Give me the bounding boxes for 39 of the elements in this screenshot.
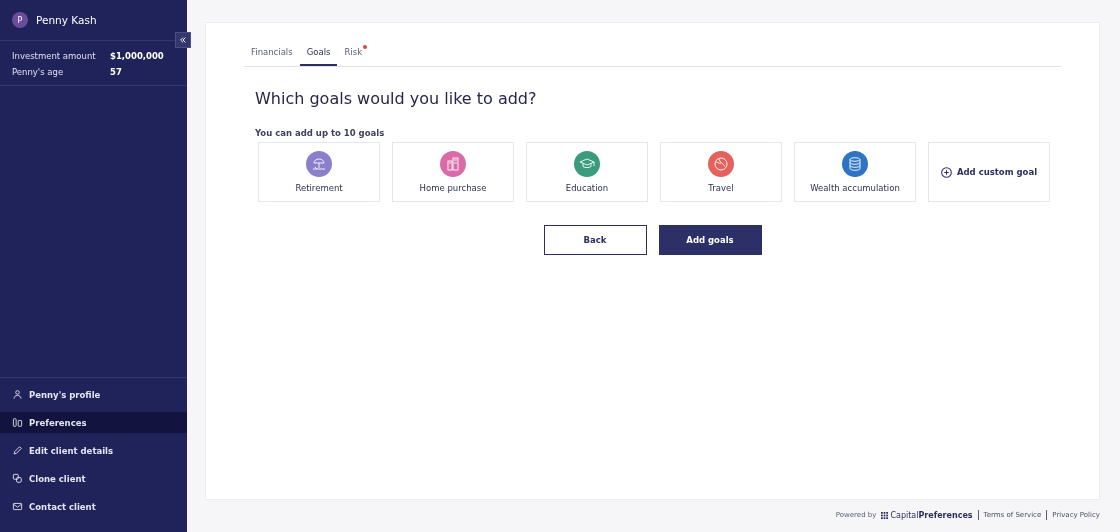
pencil-icon [12,445,23,456]
avatar: P [12,12,28,28]
tab[interactable]: Goals [299,41,338,66]
brand-name: CapitalPreferences [890,510,973,520]
copy-icon [12,473,23,484]
fact-label: Penny's age [12,67,65,77]
tab[interactable]: Financials [244,41,300,66]
goal-card[interactable]: Retirement [258,142,380,202]
envelope-icon [12,501,23,512]
goal-label: Travel [708,183,734,193]
goal-card[interactable]: Education [526,142,648,202]
goal-label: Education [565,183,609,193]
collapse-button[interactable] [175,32,191,48]
add-goals-button[interactable]: Add goals [658,225,762,255]
goal-label: Retirement [295,183,343,193]
columns-icon [12,417,23,428]
page-heading: Which goals would you like to add? [255,89,538,108]
goal-label: Wealth accumulation [810,183,900,193]
goal-card[interactable]: Home purchase [392,142,514,202]
nav-item[interactable]: Preferences [0,412,187,433]
fact-value: $1,000,000 [110,51,164,61]
tab[interactable]: Risk [337,41,370,66]
fact-value: 57 [110,67,122,77]
double-chevron-icon [179,36,187,44]
nav-item[interactable]: Contact client [0,496,187,517]
grid-logo-icon [881,511,889,519]
goal-card[interactable]: Wealth accumulation [794,142,916,202]
fact-label: Investment amount [12,51,97,61]
add-custom-goal-button[interactable]: Add custom goal [928,142,1050,202]
client-name: Penny Kash [36,14,97,26]
plus-circle-icon [940,166,952,178]
nav-item[interactable]: Clone client [0,468,187,489]
person-icon [12,389,23,400]
nav-item[interactable]: Edit client details [0,440,187,461]
goal-label: Home purchase [419,183,487,193]
nav-item[interactable]: Penny's profile [0,384,187,405]
goal-limit-hint: You can add up to 10 goals [255,128,386,138]
back-button[interactable]: Back [543,225,647,255]
goal-card[interactable]: Travel [660,142,782,202]
